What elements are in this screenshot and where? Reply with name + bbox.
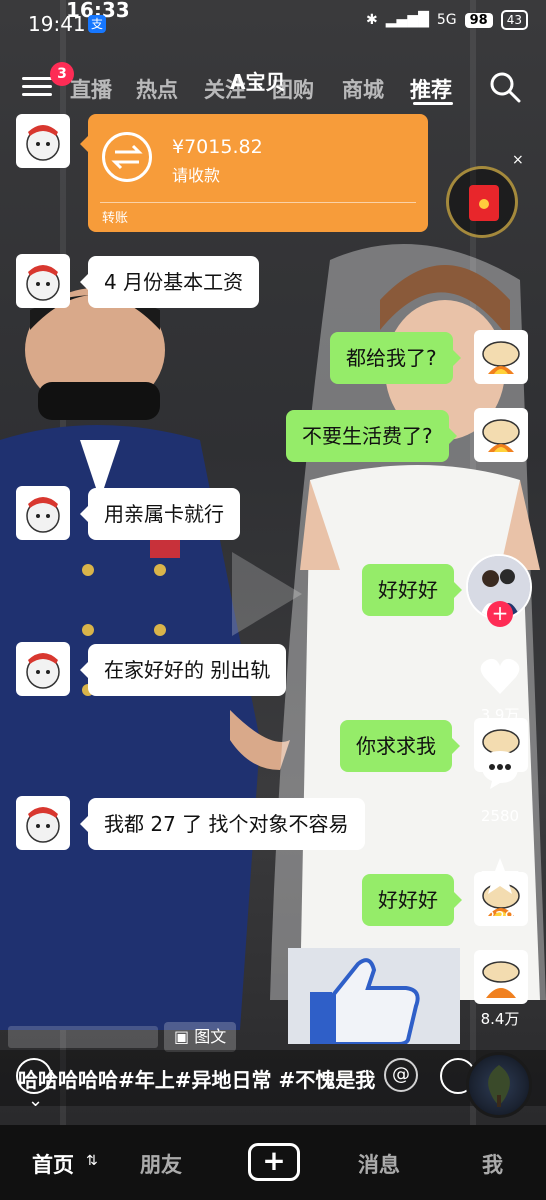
caption-bar[interactable]: 哈哈哈哈哈#年上#异地日常 #不愧是我 @	[0, 1050, 546, 1106]
message-bubble-right[interactable]: 都给我了?	[330, 332, 461, 384]
avatar-girl	[474, 408, 528, 462]
message-bubble-left[interactable]: 我都 27 了 找个对象不容易	[80, 798, 365, 850]
red-envelope-icon	[469, 185, 499, 221]
share-count: 8.4万	[480, 1010, 520, 1028]
music-disc-icon[interactable]	[466, 1052, 532, 1118]
message-bubble-left[interactable]: 4 月份基本工资	[79, 256, 260, 308]
bluetooth-icon: ✱	[366, 12, 378, 28]
tab-indicator	[413, 102, 453, 105]
mention-icon[interactable]: @	[384, 1058, 418, 1092]
comment-count: 2580	[480, 807, 520, 825]
nav-friends[interactable]: 朋友	[140, 1149, 182, 1179]
menu-icon[interactable]	[22, 72, 52, 102]
message-bubble-right[interactable]: 好好好	[362, 564, 462, 616]
chat-title: A宝贝	[230, 70, 286, 94]
avatar-boy	[16, 114, 70, 168]
message-bubble-right[interactable]: 不要生活费了?	[286, 410, 457, 462]
tab-live[interactable]: 直播	[70, 74, 112, 104]
transfer-divider	[100, 202, 416, 203]
author-name-blurred	[8, 1026, 158, 1048]
avatar-boy	[16, 796, 70, 850]
like-icon[interactable]	[478, 654, 522, 698]
nav-messages[interactable]: 消息	[358, 1149, 400, 1179]
tab-hot[interactable]: 热点	[136, 74, 178, 104]
close-icon[interactable]: ×	[512, 152, 524, 168]
nav-me[interactable]: 我	[482, 1149, 503, 1179]
battery-icon: 43	[500, 10, 528, 30]
message-bubble-left[interactable]: 在家好好的 别出轨	[79, 644, 287, 696]
comment-icon[interactable]	[478, 747, 522, 791]
nav-home[interactable]: 首页	[32, 1149, 74, 1179]
tab-mall[interactable]: 商城	[342, 74, 384, 104]
search-icon[interactable]	[488, 70, 522, 104]
transfer-icon	[102, 132, 152, 182]
photo-text-tag[interactable]: ▣ 图文	[164, 1022, 237, 1052]
red-packet-button[interactable]	[446, 166, 518, 238]
message-bubble-right[interactable]: 好好好	[362, 874, 462, 926]
favorite-count: 229	[485, 908, 515, 926]
avatar-boy	[16, 642, 70, 696]
like-count: 3.9万	[480, 706, 520, 724]
photo-text-label: 图文	[194, 1027, 227, 1046]
thumbs-up-image	[288, 948, 460, 1046]
avatar-boy	[16, 254, 70, 308]
signal-icon: ▂▄▆█	[385, 12, 429, 28]
play-icon[interactable]	[232, 552, 302, 636]
transfer-card[interactable]: ¥7015.82 请收款 转账	[80, 114, 428, 232]
swap-icon: ⇅	[86, 1153, 98, 1169]
transfer-note: 请收款	[172, 166, 221, 185]
tab-recommend[interactable]: 推荐	[410, 74, 452, 104]
bottom-nav: 首页 ⇅ 朋友 + 消息 我	[0, 1125, 546, 1200]
message-bubble-right[interactable]: 你求求我	[340, 720, 460, 772]
share-icon[interactable]	[474, 950, 528, 1004]
alipay-icon: 支	[88, 15, 106, 33]
follow-button[interactable]: +	[487, 601, 513, 627]
caption-text: 哈哈哈哈哈#年上#异地日常 #不愧是我	[18, 1068, 376, 1092]
avatar-boy	[16, 486, 70, 540]
battery-indicator: 98	[464, 12, 493, 28]
network-label: 5G	[436, 12, 457, 28]
favorite-icon[interactable]	[478, 855, 522, 899]
create-button[interactable]: +	[248, 1143, 300, 1181]
top-nav: 3 直播 热点 关注 团购 商城 推荐 A宝贝	[0, 62, 546, 112]
status-bar: 19:41 16:33 支 ✱ ▂▄▆█ 5G 98 43	[0, 0, 546, 44]
chevron-down-icon[interactable]: ⌄	[28, 1090, 43, 1111]
transfer-amount: ¥7015.82	[172, 136, 263, 158]
transfer-kind: 转账	[102, 211, 129, 226]
photo-text-icon: ▣	[174, 1027, 195, 1046]
message-bubble-left[interactable]: 用亲属卡就行	[80, 488, 240, 540]
status-icons: ✱ ▂▄▆█ 5G 98 43	[366, 10, 528, 30]
avatar-girl	[474, 330, 528, 384]
